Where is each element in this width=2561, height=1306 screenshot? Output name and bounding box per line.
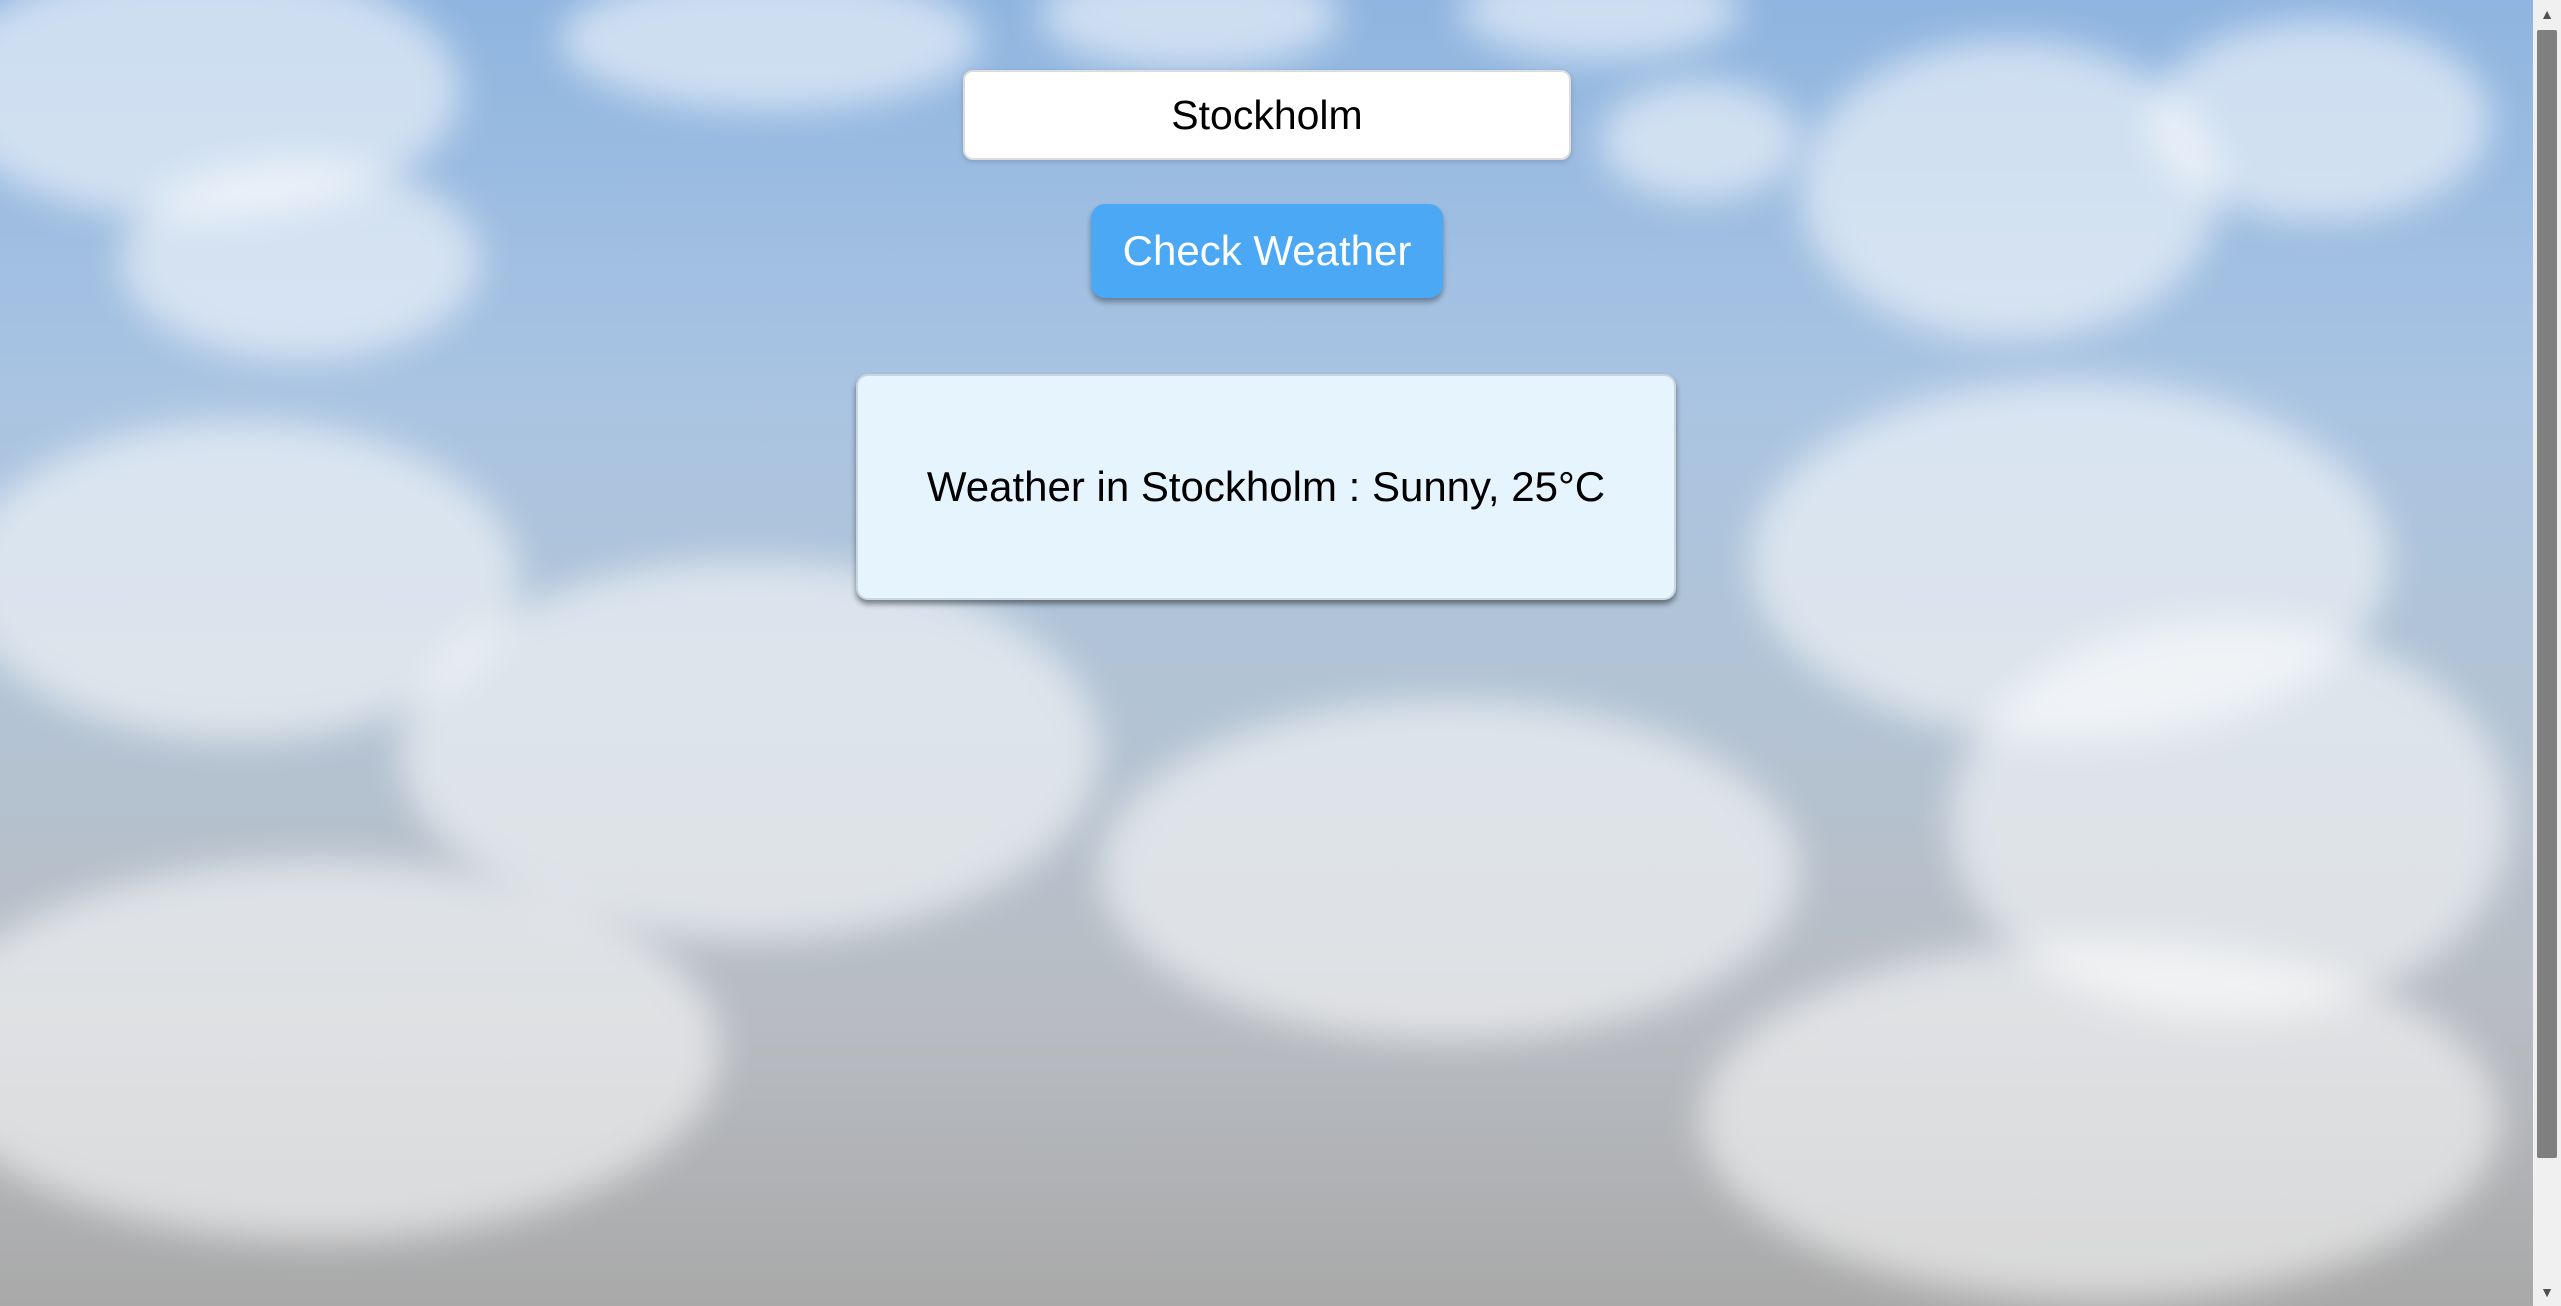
scroll-up-icon[interactable]: ▲	[2533, 0, 2561, 28]
scroll-thumb[interactable]	[2537, 30, 2557, 1158]
weather-result-card: Weather in Stockholm : Sunny, 25°C	[856, 374, 1676, 600]
cloud	[1600, 80, 1800, 200]
cloud	[2150, 20, 2490, 220]
vertical-scrollbar[interactable]: ▲ ▼	[2533, 0, 2561, 1306]
city-input[interactable]	[963, 70, 1571, 160]
cloud	[1700, 940, 2500, 1300]
cloud	[1040, 0, 1340, 70]
weather-result-text: Weather in Stockholm : Sunny, 25°C	[926, 463, 1606, 510]
sky-background	[0, 0, 2533, 1306]
cloud	[1460, 0, 1740, 60]
cloud	[120, 160, 480, 360]
check-weather-button[interactable]: Check Weather	[1091, 204, 1443, 298]
cloud	[560, 0, 980, 110]
cloud	[1100, 700, 1800, 1040]
cloud	[1800, 40, 2220, 340]
scroll-down-icon[interactable]: ▼	[2533, 1278, 2561, 1306]
